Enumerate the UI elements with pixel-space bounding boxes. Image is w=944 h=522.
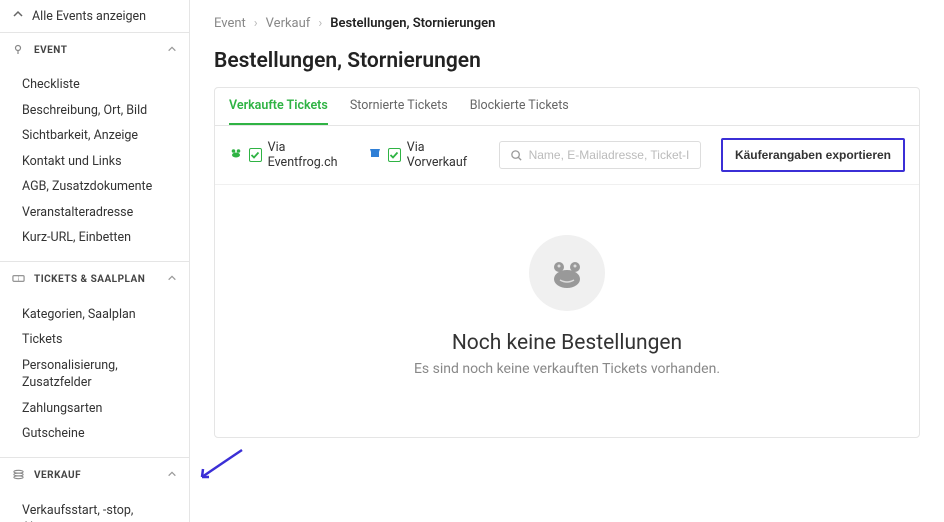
sidebar-item-veranstalter[interactable]: Veranstalteradresse <box>0 200 189 226</box>
search-input[interactable] <box>529 148 690 162</box>
sidebar-section-header-tickets[interactable]: TICKETS & SAALPLAN <box>0 262 189 298</box>
filter-label: Via Vorverkauf <box>407 140 479 170</box>
sidebar-item-personalisierung[interactable]: Personalisierung, Zusatzfelder <box>0 353 189 396</box>
export-button[interactable]: Käuferangaben exportieren <box>721 138 905 172</box>
filter-label: Via Eventfrog.ch <box>268 140 348 170</box>
sidebar-item-verkaufsstart[interactable]: Verkaufsstart, -stop, Absage <box>0 498 189 522</box>
sidebar-item-agb[interactable]: AGB, Zusatzdokumente <box>0 174 189 200</box>
sidebar-section-header-event[interactable]: EVENT <box>0 33 189 68</box>
tab-stornierte[interactable]: Stornierte Tickets <box>350 88 448 125</box>
sidebar: Alle Events anzeigen EVENT Checkliste Be… <box>0 0 190 522</box>
main-content: Event › Verkauf › Bestellungen, Stornier… <box>190 0 944 522</box>
filter-vorverkauf[interactable]: Via Vorverkauf <box>368 140 478 170</box>
chevron-up-icon <box>167 44 177 57</box>
checkbox-checked[interactable] <box>388 148 401 162</box>
breadcrumb-item[interactable]: Verkauf <box>266 16 311 31</box>
sidebar-section-verkauf: VERKAUF Verkaufsstart, -stop, Absage Blo… <box>0 458 189 522</box>
sidebar-items-event: Checkliste Beschreibung, Ort, Bild Sicht… <box>0 68 189 261</box>
sidebar-items-tickets: Kategorien, Saalplan Tickets Personalisi… <box>0 298 189 457</box>
chevron-up-icon <box>167 273 177 286</box>
tab-blockierte[interactable]: Blockierte Tickets <box>470 88 569 125</box>
panel: Verkaufte Tickets Stornierte Tickets Blo… <box>214 87 920 438</box>
breadcrumb: Event › Verkauf › Bestellungen, Stornier… <box>214 16 920 31</box>
sidebar-item-gutscheine[interactable]: Gutscheine <box>0 421 189 447</box>
sidebar-item-kurzurl[interactable]: Kurz-URL, Einbetten <box>0 225 189 251</box>
sidebar-item-sichtbarkeit[interactable]: Sichtbarkeit, Anzeige <box>0 123 189 149</box>
sidebar-all-events-label: Alle Events anzeigen <box>32 9 146 24</box>
sidebar-item-kontakt[interactable]: Kontakt und Links <box>0 149 189 175</box>
search-icon <box>510 149 523 162</box>
sidebar-item-checkliste[interactable]: Checkliste <box>0 72 189 98</box>
sidebar-section-header-verkauf[interactable]: VERKAUF <box>0 458 189 494</box>
sidebar-all-events[interactable]: Alle Events anzeigen <box>0 0 189 33</box>
search-input-wrapper[interactable] <box>499 141 701 169</box>
chevron-right-icon: › <box>254 16 258 31</box>
sidebar-section-tickets: TICKETS & SAALPLAN Kategorien, Saalplan … <box>0 262 189 458</box>
empty-state-icon <box>529 235 605 311</box>
store-icon <box>368 146 382 164</box>
empty-state-title: Noch keine Bestellungen <box>452 331 682 355</box>
sidebar-items-verkauf: Verkaufsstart, -stop, Absage Blockieren … <box>0 494 189 522</box>
section-title: TICKETS & SAALPLAN <box>34 274 145 285</box>
empty-state: Noch keine Bestellungen Es sind noch kei… <box>215 185 919 437</box>
section-title: EVENT <box>34 45 67 56</box>
pin-icon <box>12 43 26 58</box>
filter-eventfrog[interactable]: Via Eventfrog.ch <box>229 140 348 170</box>
sidebar-item-tickets[interactable]: Tickets <box>0 327 189 353</box>
chevron-up-icon <box>167 469 177 482</box>
breadcrumb-item[interactable]: Event <box>214 16 246 31</box>
sidebar-item-beschreibung[interactable]: Beschreibung, Ort, Bild <box>0 98 189 124</box>
annotation-arrow-icon <box>190 445 247 489</box>
page-title: Bestellungen, Stornierungen <box>214 49 920 73</box>
frog-icon <box>229 146 243 164</box>
tabs: Verkaufte Tickets Stornierte Tickets Blo… <box>215 88 919 126</box>
chevron-right-icon: › <box>318 16 322 31</box>
sidebar-item-kategorien[interactable]: Kategorien, Saalplan <box>0 302 189 328</box>
filter-row: Via Eventfrog.ch Via Vorverkauf Käuferan… <box>215 126 919 185</box>
sidebar-item-zahlungsarten[interactable]: Zahlungsarten <box>0 396 189 422</box>
ticket-icon <box>12 272 26 288</box>
breadcrumb-item-current: Bestellungen, Stornierungen <box>330 16 495 31</box>
chevron-up-icon <box>12 8 24 24</box>
section-title: VERKAUF <box>34 470 81 481</box>
sidebar-section-event: EVENT Checkliste Beschreibung, Ort, Bild… <box>0 33 189 262</box>
empty-state-subtitle: Es sind noch keine verkauften Tickets vo… <box>414 361 720 377</box>
tab-verkaufte[interactable]: Verkaufte Tickets <box>229 88 328 125</box>
checkbox-checked[interactable] <box>249 148 262 162</box>
stack-icon <box>12 468 26 484</box>
